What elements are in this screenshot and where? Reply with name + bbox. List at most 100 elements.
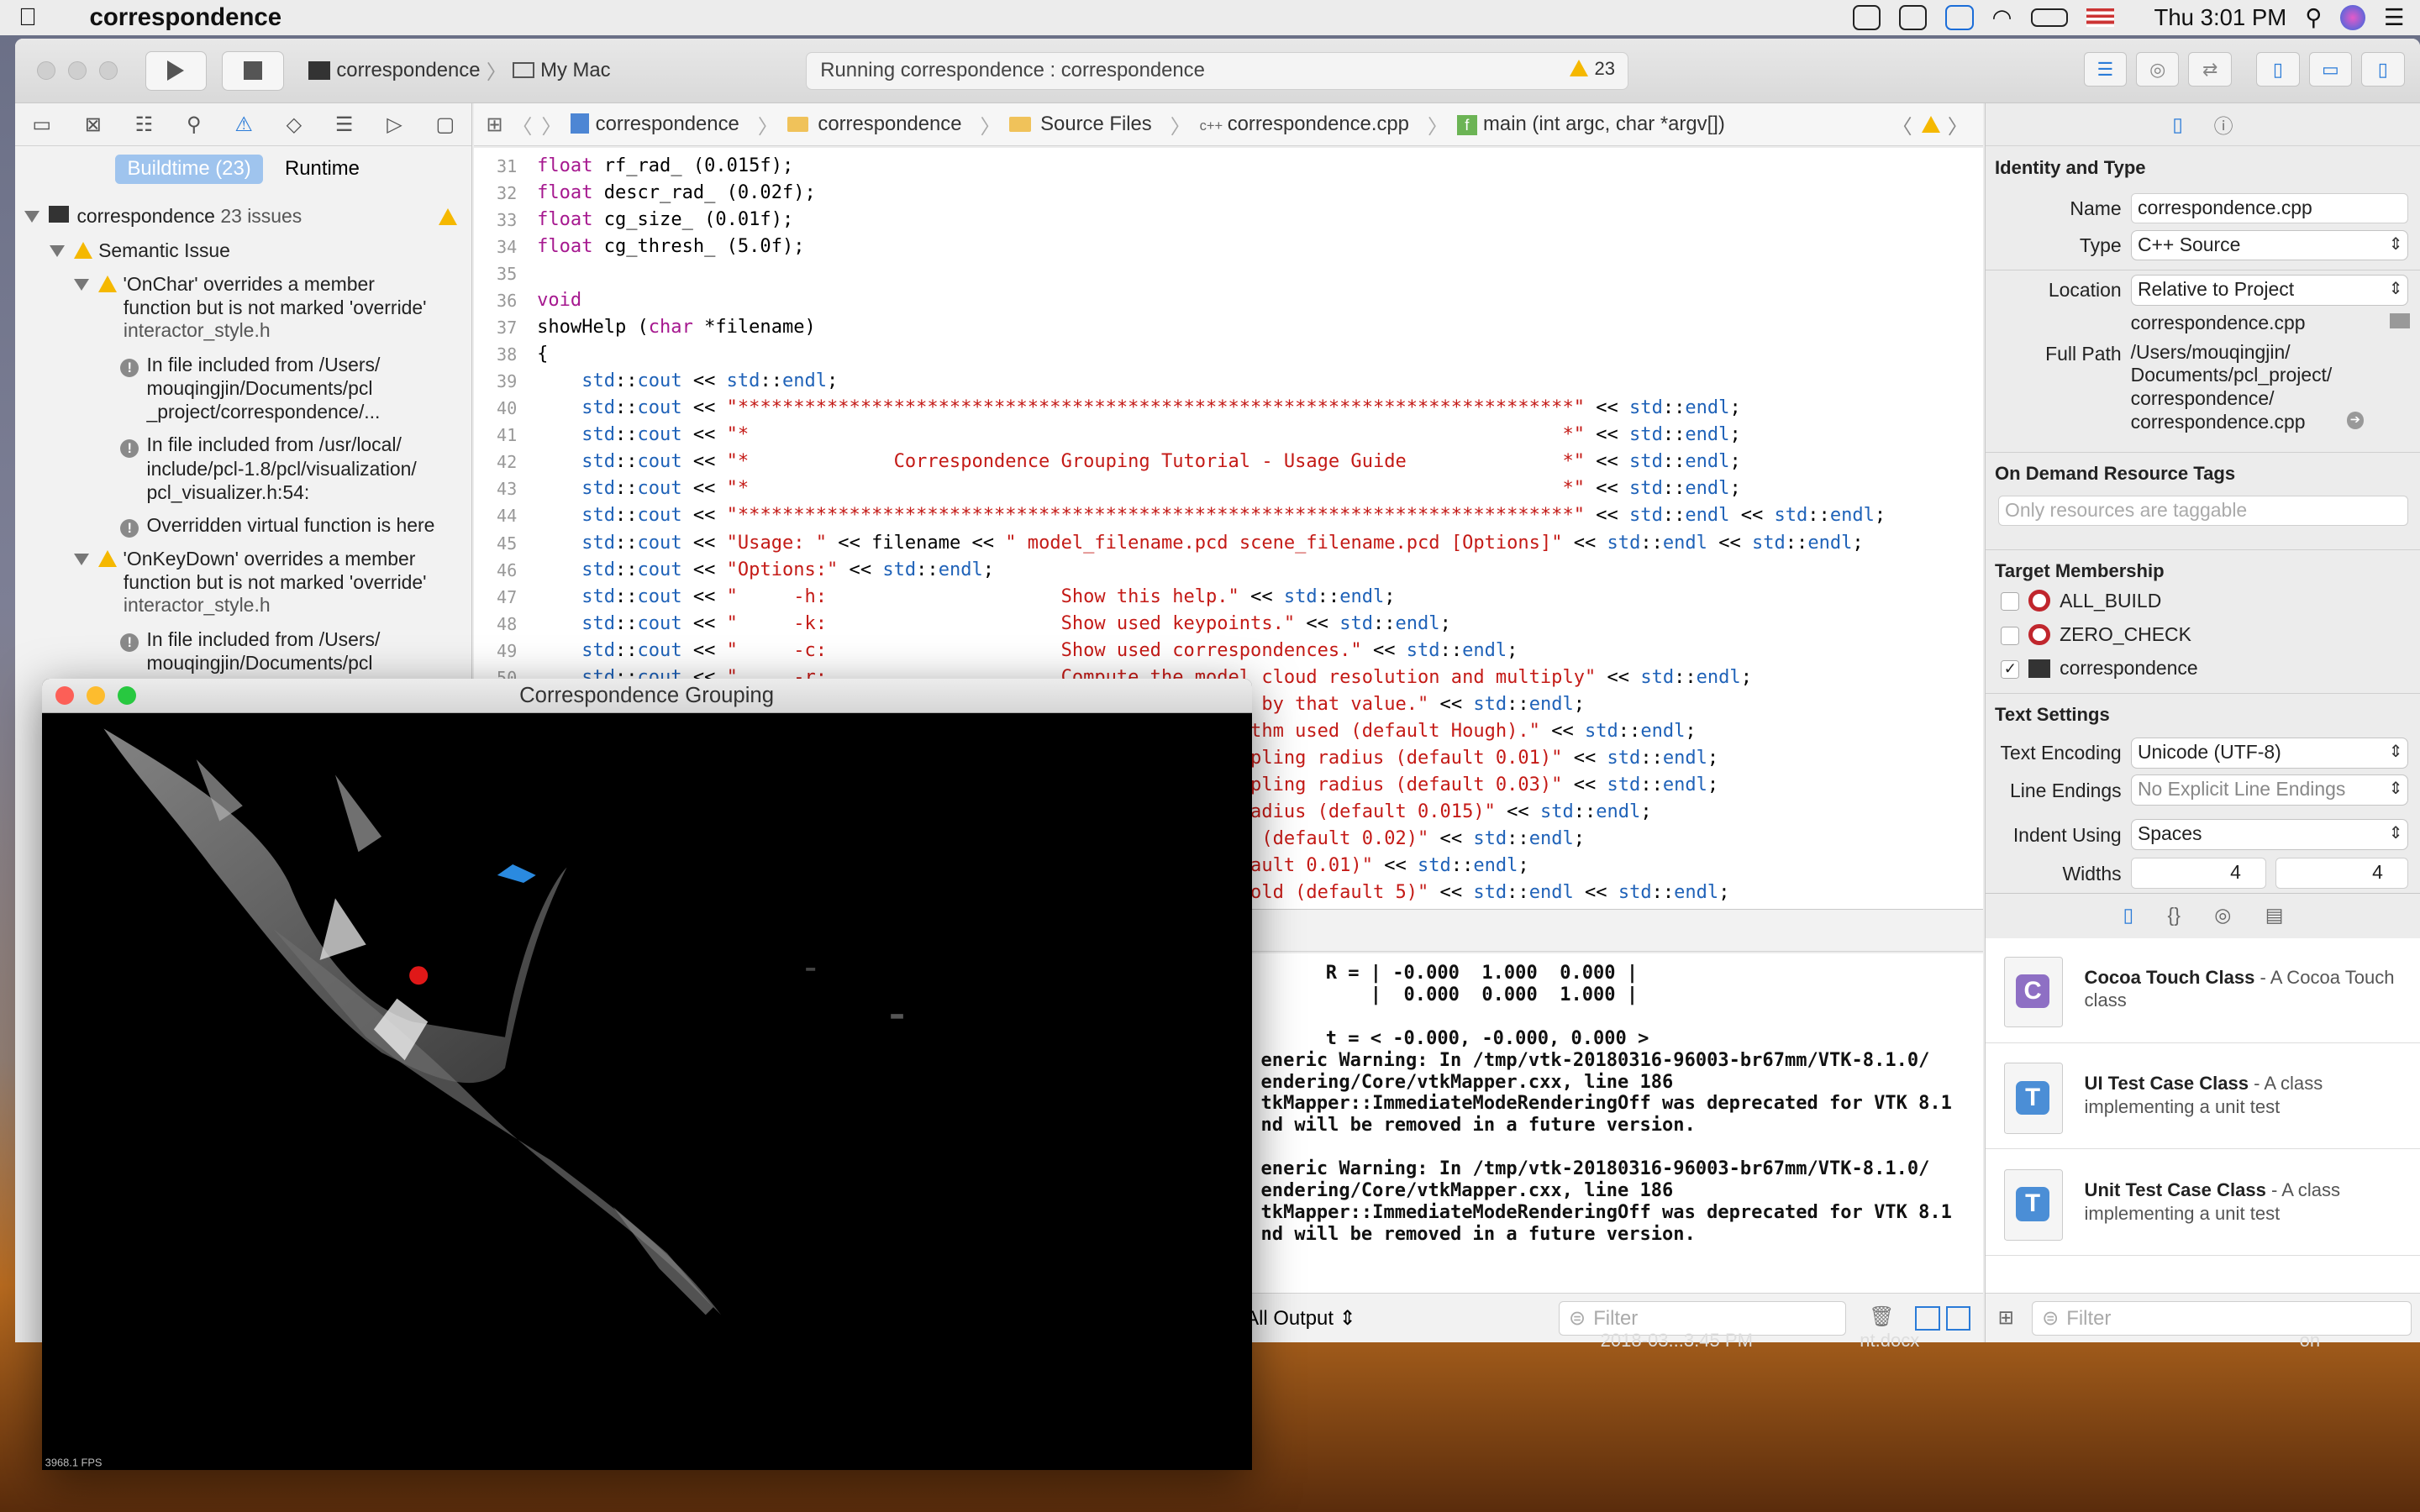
next-issue-button[interactable]: 〉	[1948, 110, 1968, 139]
console-line: R = | -0.000 1.000 0.000 |	[1325, 963, 1639, 984]
indent-using-select[interactable]: Spaces	[2130, 819, 2409, 850]
filter-icon: ⊜	[1569, 1307, 1586, 1331]
close-button[interactable]	[55, 686, 75, 706]
version-editor-button[interactable]: ⇄	[2188, 52, 2232, 87]
siri-icon[interactable]	[2340, 5, 2365, 30]
target-checkbox[interactable]	[2001, 592, 2020, 612]
tab-runtime[interactable]: Runtime	[272, 155, 371, 184]
zoom-button[interactable]	[117, 686, 136, 706]
target-checkbox[interactable]: ✓	[2001, 660, 2020, 680]
flag-icon[interactable]	[2086, 8, 2114, 28]
standard-editor-button[interactable]: ☰	[2083, 52, 2128, 87]
apple-menu-icon[interactable]: 	[0, 3, 55, 32]
zoom-button[interactable]	[98, 61, 118, 81]
file-inspector-icon[interactable]: ▯	[2172, 113, 2183, 136]
back-button[interactable]: 〈	[513, 110, 533, 139]
forward-button[interactable]: 〉	[541, 110, 561, 139]
teamviewer-icon[interactable]	[1945, 5, 1974, 30]
type-select[interactable]: C++ Source	[2130, 229, 2409, 261]
output-selector[interactable]: All Output ⇕	[1245, 1306, 1355, 1331]
name-field[interactable]: correspondence.cpp	[2130, 192, 2409, 224]
toggle-debug-area-button[interactable]: ▭	[2308, 52, 2353, 87]
tab-buildtime[interactable]: Buildtime (23)	[114, 154, 264, 184]
wifi-icon[interactable]: ◠	[1992, 4, 2012, 31]
warning-count-badge[interactable]: 23	[1570, 58, 1615, 80]
semantic-issue-group[interactable]: Semantic Issue	[49, 239, 507, 263]
quick-help-icon[interactable]: ⓘ	[2214, 110, 2233, 139]
indent-width-field[interactable]: 4	[2275, 858, 2409, 889]
wechat-icon[interactable]	[1853, 5, 1881, 30]
toggle-inspector-button[interactable]: ▯	[2361, 52, 2405, 87]
folder-icon[interactable]	[2390, 312, 2411, 329]
warning-icon[interactable]	[1921, 115, 1940, 133]
library-item[interactable]: T Unit Test Case Class - A class implemen…	[1985, 1151, 2420, 1257]
minimize-button[interactable]	[86, 686, 105, 706]
minimize-button[interactable]	[67, 61, 87, 81]
prev-issue-button[interactable]: 〈	[1892, 110, 1912, 139]
toggle-navigator-button[interactable]: ▯	[2256, 52, 2300, 87]
line-endings-select[interactable]: No Explicit Line Endings	[2130, 774, 2409, 806]
desktop-file-label[interactable]: 2018-03...3.45 PM	[1601, 1330, 1753, 1352]
symbol-navigator-icon[interactable]: ☷	[135, 113, 153, 137]
jump-project[interactable]: correspondence	[571, 113, 749, 136]
object-library-icon[interactable]: ◎	[2214, 904, 2231, 927]
project-navigator-icon[interactable]: ▭	[32, 113, 51, 137]
target-checkbox[interactable]	[2001, 626, 2020, 645]
section-identity-type: Identity and Type	[1995, 157, 2146, 179]
scheme-selector[interactable]: correspondence 〉 My Mac	[308, 55, 611, 85]
battery-icon[interactable]	[2030, 8, 2068, 28]
breakpoint-navigator-icon[interactable]: ▷	[387, 113, 402, 137]
app-menu[interactable]: correspondence	[90, 3, 282, 32]
jump-symbol[interactable]: f main (int argc, char *argv[])	[1456, 113, 1734, 136]
debug-navigator-icon[interactable]: ☰	[335, 113, 353, 137]
location-select[interactable]: Relative to Project	[2130, 274, 2409, 306]
desktop-file-label[interactable]: on	[2300, 1330, 2321, 1352]
point-cloud-viewport[interactable]: 3968.1 FPS	[42, 713, 1252, 1471]
text-encoding-select[interactable]: Unicode (UTF-8)	[2130, 737, 2409, 769]
type-label: Type	[2079, 234, 2122, 257]
console-line: t = < -0.000, -0.000, 0.000 >	[1325, 1027, 1649, 1049]
jump-group[interactable]: Source Files	[1009, 113, 1160, 136]
related-items-icon[interactable]: ⊞	[487, 113, 503, 137]
cpp-file-icon: c++	[1199, 118, 1223, 134]
file-template-library-icon[interactable]: ▯	[2123, 904, 2134, 927]
notification-center-icon[interactable]: ☰	[2384, 4, 2405, 31]
variables-view-toggle[interactable]	[1915, 1305, 1940, 1331]
run-button[interactable]	[145, 50, 208, 92]
line-number: 38	[496, 344, 518, 365]
menubar-clock[interactable]: Thu 3:01 PM	[2154, 4, 2287, 31]
library-item[interactable]: C Cocoa Touch Class - A Cocoa Touch class	[1985, 937, 2420, 1043]
desktop-file-label[interactable]: nt.docx	[1860, 1330, 1919, 1352]
issue-navigator-icon[interactable]: ⚠	[234, 113, 252, 137]
assistant-editor-button[interactable]: ◎	[2136, 52, 2180, 87]
report-navigator-icon[interactable]: ▢	[435, 113, 455, 137]
vtk-window-title: Correspondence Grouping	[519, 684, 775, 708]
library-filter-input[interactable]: ⊜ Filter	[2032, 1301, 2412, 1336]
stop-button[interactable]	[222, 50, 284, 92]
name-label: Name	[2070, 197, 2122, 220]
code-text: std::cout << "**************************…	[581, 397, 1741, 419]
odr-tags-field[interactable]: Only resources are taggable	[1997, 495, 2409, 527]
close-button[interactable]	[37, 61, 56, 81]
jump-file[interactable]: c++ correspondence.cpp	[1200, 113, 1418, 136]
test-navigator-icon[interactable]: ◇	[287, 113, 302, 137]
library-item[interactable]: T UI Test Case Class - A class implementi…	[1985, 1044, 2420, 1150]
tab-width-field[interactable]: 4	[2130, 858, 2267, 889]
source-control-icon[interactable]: ⊠	[85, 113, 102, 137]
issue-item[interactable]: 'OnChar' overrides a member function but…	[74, 273, 531, 343]
spotlight-icon[interactable]: ⚲	[2305, 4, 2322, 31]
messenger-icon[interactable]	[1899, 5, 1928, 30]
find-navigator-icon[interactable]: ⚲	[187, 113, 201, 137]
section-target-membership: Target Membership	[1995, 559, 2165, 581]
project-issue-row[interactable]: correspondence 23 issues	[24, 205, 481, 228]
file-inspector: ▯ ⓘ Identity and Type Name correspondenc…	[1984, 103, 2420, 1342]
media-library-icon[interactable]: ▤	[2265, 904, 2284, 927]
trash-icon[interactable]: 🗑	[1869, 1305, 1894, 1329]
grid-view-icon[interactable]: ⊞	[1998, 1306, 2014, 1329]
jump-folder[interactable]: correspondence	[786, 113, 971, 136]
reveal-arrow-icon[interactable]: ➔	[2346, 412, 2364, 429]
line-number: 35	[496, 264, 518, 284]
console-view-toggle[interactable]	[1946, 1305, 1971, 1331]
code-snippet-library-icon[interactable]: {}	[2168, 904, 2181, 927]
issue-item[interactable]: 'OnKeyDown' overrides a member function …	[74, 548, 531, 617]
